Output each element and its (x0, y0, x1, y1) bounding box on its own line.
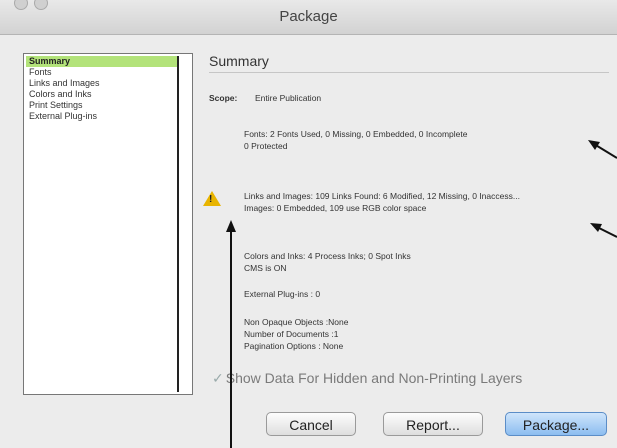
arrow-head-fonts (588, 140, 600, 150)
annotation-arrows (226, 140, 617, 238)
arrow-head-links (590, 223, 602, 232)
annotation-arrow-links (596, 226, 617, 238)
annotation-arrow-fonts (593, 143, 617, 159)
arrow-head-up (226, 220, 236, 232)
